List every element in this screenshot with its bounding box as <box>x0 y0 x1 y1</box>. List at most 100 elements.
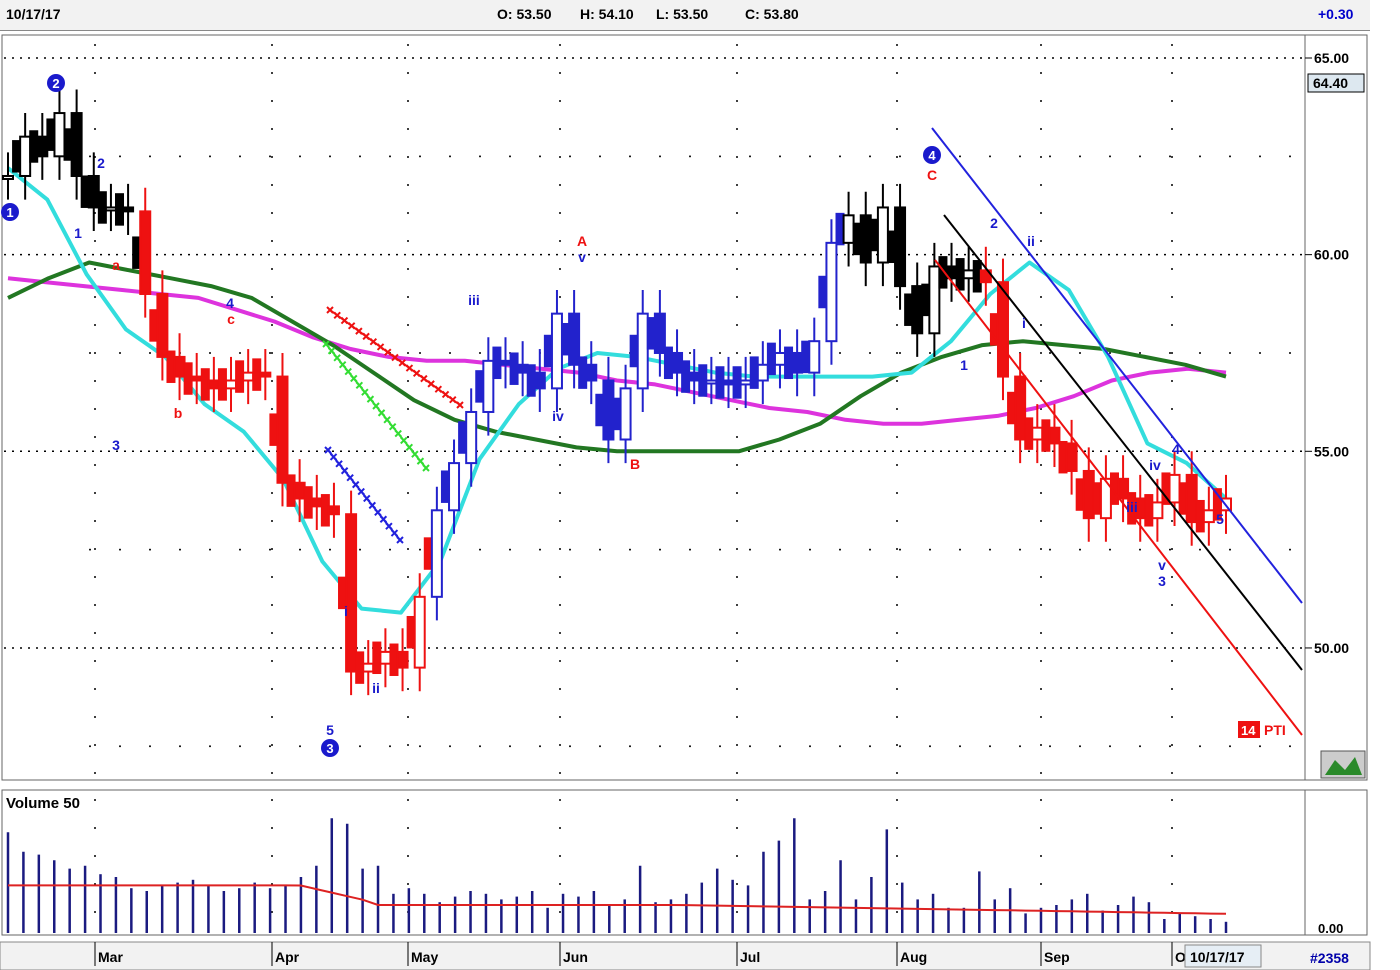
current-date: 10/17/17 <box>1190 949 1245 965</box>
grid-dot-v <box>559 772 561 774</box>
grid-dot <box>149 548 151 551</box>
grid-dot-v <box>1171 688 1173 690</box>
grid-dot-v <box>1171 156 1173 158</box>
grid-dot <box>209 351 211 354</box>
grid-dot <box>329 155 331 158</box>
wave-label-blue: v <box>578 249 586 265</box>
grid-dot <box>359 548 361 551</box>
grid-dot <box>869 351 871 354</box>
grid-dot-v <box>1040 240 1042 242</box>
grid-dot <box>479 351 481 354</box>
grid-dot <box>839 548 841 551</box>
grid-dot-v <box>271 268 273 270</box>
grid-dot <box>509 155 511 158</box>
grid-dot-v <box>896 380 898 382</box>
grid-dot <box>839 745 841 748</box>
candle-body <box>259 371 272 378</box>
price-axis <box>1304 34 1368 781</box>
grid-dot-v <box>736 604 738 606</box>
grid-dot <box>659 155 661 158</box>
grid-dot-v <box>736 156 738 158</box>
candle-body <box>225 379 238 390</box>
pti-value: 14 <box>1241 723 1256 738</box>
grid-dot-v <box>896 883 898 885</box>
grid-dot <box>989 351 991 354</box>
grid-dot <box>209 745 211 748</box>
grid-dot-v <box>1171 855 1173 857</box>
candle-body <box>1048 426 1061 445</box>
grid-dot <box>149 745 151 748</box>
grid-dot-v <box>559 240 561 242</box>
grid-dot-v <box>559 44 561 46</box>
grid-dot <box>839 155 841 158</box>
grid-dot-v <box>407 688 409 690</box>
grid-dot <box>1049 745 1051 748</box>
grid-dot <box>299 548 301 551</box>
grid-dot-v <box>896 436 898 438</box>
grid-dot-v <box>736 464 738 466</box>
grid-dot-v <box>94 72 96 74</box>
grid-dot-v <box>407 716 409 718</box>
candle-body <box>1185 473 1198 524</box>
grid-dot-v <box>896 128 898 130</box>
volume-axis-label: 0.00 <box>1318 921 1343 936</box>
candle-body <box>396 650 409 669</box>
grid-dot-v <box>896 576 898 578</box>
grid-dot-v <box>407 464 409 466</box>
grid-dot-v <box>1040 576 1042 578</box>
grid-dot <box>659 745 661 748</box>
wave-label-blue: 3 <box>112 437 120 453</box>
grid-dot-v <box>94 464 96 466</box>
grid-dot-v <box>559 548 561 550</box>
candle-body <box>362 662 375 673</box>
grid-dot-v <box>94 324 96 326</box>
grid-dot-v <box>896 492 898 494</box>
grid-dot-v <box>1040 212 1042 214</box>
candle-body <box>104 206 117 212</box>
grid-dot <box>1259 155 1261 158</box>
grid-dot <box>719 351 721 354</box>
candle-body <box>859 214 872 264</box>
grid-dot-v <box>896 296 898 298</box>
grid-dot <box>929 548 931 551</box>
grid-dot <box>1259 351 1261 354</box>
candle-body <box>379 650 392 665</box>
grid-dot-v <box>407 156 409 158</box>
grid-dot-v <box>736 855 738 857</box>
grid-dot-v <box>559 911 561 913</box>
grid-dot-v <box>407 128 409 130</box>
grid-dot <box>1109 745 1111 748</box>
grid-dot <box>1109 155 1111 158</box>
candle-body <box>156 292 169 358</box>
wave-label-blue: 5 <box>326 722 334 738</box>
grid-dot <box>929 351 931 354</box>
grid-dot-v <box>407 380 409 382</box>
grid-dot-v <box>271 156 273 158</box>
grid-dot-v <box>271 660 273 662</box>
grid-dot <box>149 351 151 354</box>
price-chart[interactable]: 123412345iiiiiiivv12iiiiiiivv345abcABC 6… <box>0 0 1400 970</box>
candle-body <box>550 312 563 390</box>
grid-dot-v <box>736 492 738 494</box>
grid-dot <box>89 351 91 354</box>
grid-dot-v <box>1171 576 1173 578</box>
grid-dot-v <box>736 436 738 438</box>
grid-dot <box>179 155 181 158</box>
wave-label-blue: iv <box>1149 457 1161 473</box>
grid-dot-v <box>736 128 738 130</box>
grid-dot-v <box>1040 604 1042 606</box>
grid-dot-v <box>94 492 96 494</box>
candle-body <box>139 210 152 295</box>
x-tick-label: Jul <box>740 949 760 965</box>
wave-label-blue: iv <box>552 408 564 424</box>
grid-dot-v <box>271 604 273 606</box>
wave-label-red: c <box>227 311 235 327</box>
grid-dot-v <box>271 184 273 186</box>
wave-label-blue: i <box>1022 315 1026 331</box>
grid-dot <box>719 745 721 748</box>
grid-dot <box>989 745 991 748</box>
grid-dot <box>89 155 91 158</box>
grid-dot <box>599 155 601 158</box>
grid-dot <box>1139 745 1141 748</box>
grid-dot-v <box>1040 688 1042 690</box>
